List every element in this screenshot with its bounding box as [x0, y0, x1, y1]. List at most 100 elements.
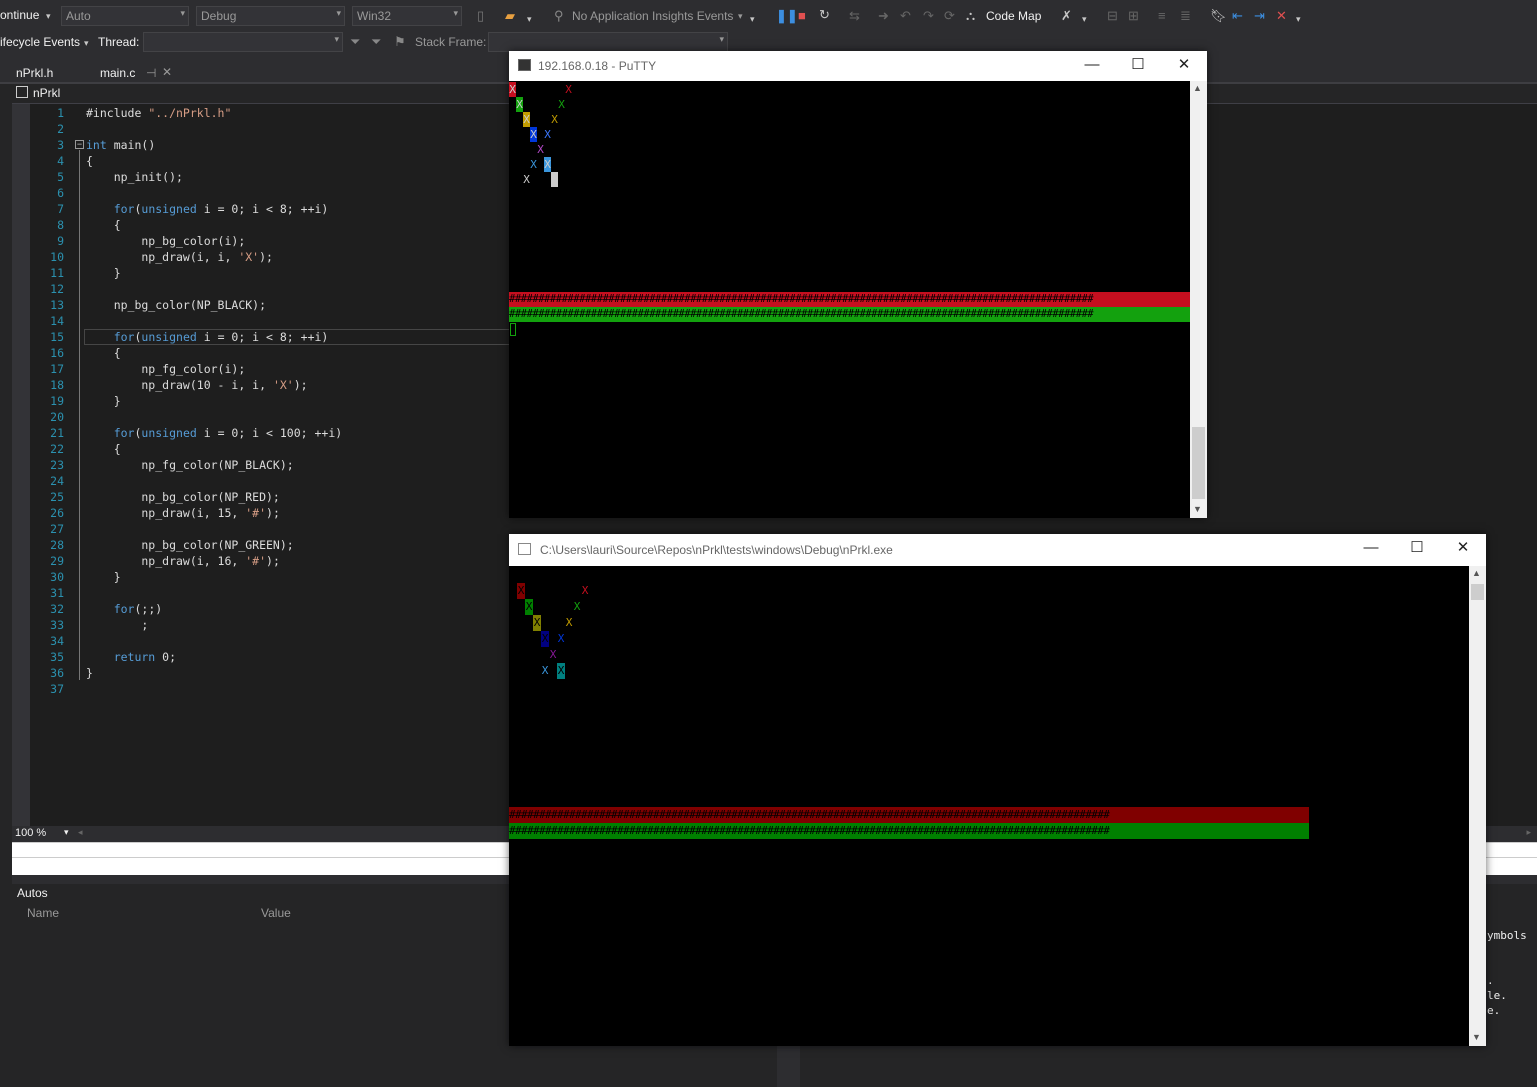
device-icon[interactable]: ▯: [477, 8, 484, 24]
code-line: for(;;): [86, 602, 163, 616]
chevron-down-icon[interactable]: ▾: [750, 11, 755, 27]
scrollbar-thumb[interactable]: [1192, 427, 1205, 499]
console-screen[interactable]: X X X X X X X X X X X ##################…: [509, 566, 1469, 1046]
chevron-down-icon[interactable]: ▾: [527, 11, 532, 27]
line-number: 10: [50, 250, 64, 264]
putty-terminal[interactable]: X X X X X X X X X X X X ################…: [509, 81, 1190, 518]
process-icon[interactable]: ▰: [505, 8, 515, 24]
code-line: np_bg_color(NP_RED);: [86, 490, 280, 504]
tab-main-c-label: main.c: [100, 66, 136, 80]
step-over-icon[interactable]: ↶: [900, 8, 911, 24]
analyze-icon[interactable]: ✗: [1061, 8, 1072, 24]
step-into-icon[interactable]: ➜: [878, 8, 889, 24]
line-number: 22: [50, 442, 64, 456]
scrollbar[interactable]: ▲ ▼: [1469, 566, 1486, 1046]
code-line: np_bg_color(i);: [86, 234, 246, 248]
chevron-down-icon[interactable]: ▾: [84, 35, 89, 51]
console-titlebar[interactable]: C:\Users\lauri\Source\Repos\nPrkl\tests\…: [509, 534, 1486, 566]
code-line: return 0;: [86, 650, 177, 664]
output-text: .: [1487, 974, 1494, 987]
uncomment-icon[interactable]: ≣: [1180, 8, 1191, 24]
filter-icon[interactable]: ⏷: [350, 34, 360, 50]
line-number: 2: [57, 122, 64, 136]
close-icon[interactable]: ✕: [1161, 51, 1207, 81]
auto-combo[interactable]: Auto ▾: [61, 6, 189, 26]
terminal-cell: X: [565, 616, 573, 629]
chevron-down-icon[interactable]: ▾: [738, 8, 743, 24]
show-next-statement-icon[interactable]: ⇆: [849, 8, 860, 24]
line-number: 24: [50, 474, 64, 488]
code-line: int main(): [86, 138, 156, 152]
zoom-level[interactable]: 100 %: [15, 827, 46, 839]
minimize-icon[interactable]: —: [1348, 534, 1394, 564]
maximize-icon[interactable]: ☐: [1394, 534, 1440, 564]
scroll-up-icon[interactable]: ▲: [1472, 568, 1481, 578]
line-number: 27: [50, 522, 64, 536]
insights-icon: ⚲: [554, 8, 564, 23]
prev-bookmark-icon[interactable]: ⇤: [1232, 8, 1243, 24]
filter-clear-icon[interactable]: ⏷: [371, 34, 381, 50]
terminal-cell: X: [541, 664, 549, 677]
comment-icon[interactable]: ≡: [1158, 8, 1166, 24]
insights-events-label[interactable]: No Application Insights Events: [572, 9, 733, 23]
platform-combo[interactable]: Win32 ▾: [352, 6, 462, 26]
terminal-cell: X: [581, 584, 589, 597]
chevron-down-icon: ▾: [180, 8, 185, 18]
step-out-icon[interactable]: ↷: [923, 8, 934, 24]
value-column-header[interactable]: Value: [261, 906, 291, 920]
code-line: {: [86, 346, 121, 360]
format-icon[interactable]: ⊞: [1128, 8, 1139, 24]
stop-icon[interactable]: ■: [798, 8, 806, 24]
close-icon[interactable]: ✕: [1440, 534, 1486, 564]
console-window[interactable]: C:\Users\lauri\Source\Repos\nPrkl\tests\…: [509, 534, 1486, 1046]
continue-button[interactable]: ontinue: [0, 8, 39, 22]
terminal-cell: X: [530, 158, 537, 171]
code-line: for(unsigned i = 0; i < 8; ++i): [86, 330, 329, 344]
console-icon[interactable]: [518, 543, 531, 555]
flag-icon[interactable]: ⚑: [394, 34, 406, 50]
close-icon[interactable]: ✕: [162, 65, 172, 79]
putty-titlebar[interactable]: 192.168.0.18 - PuTTY — ☐ ✕: [509, 51, 1207, 81]
stack-frame-combo[interactable]: ▾: [488, 32, 728, 52]
chevron-down-icon[interactable]: ▾: [64, 827, 69, 838]
tab-main-c[interactable]: main.c ⊣ ✕: [92, 64, 180, 84]
scroll-right-icon[interactable]: ▸: [1526, 827, 1531, 838]
thread-combo[interactable]: ▾: [143, 32, 343, 52]
line-number: 17: [50, 362, 64, 376]
line-number: 13: [50, 298, 64, 312]
putty-window[interactable]: 192.168.0.18 - PuTTY — ☐ ✕ ▲ ▼ X X X X X…: [509, 51, 1207, 518]
next-bookmark-icon[interactable]: ⇥: [1254, 8, 1265, 24]
bookmark-icon[interactable]: 🔖︎: [1210, 8, 1227, 24]
code-line: np_draw(i, 15, '#');: [86, 506, 280, 520]
restart-icon[interactable]: ↻: [819, 7, 830, 23]
putty-icon[interactable]: [518, 59, 531, 71]
redo-icon[interactable]: ⟳: [944, 8, 955, 24]
scrollbar-thumb[interactable]: [1471, 584, 1484, 600]
code-map-button[interactable]: Code Map: [986, 9, 1041, 23]
pin-icon[interactable]: ⊣: [146, 66, 156, 80]
line-number: 16: [50, 346, 64, 360]
window-title: C:\Users\lauri\Source\Repos\nPrkl\tests\…: [540, 543, 893, 557]
chevron-down-icon[interactable]: ▾: [1296, 11, 1301, 27]
maximize-icon[interactable]: ☐: [1115, 51, 1161, 81]
tab-nprkl-h[interactable]: nPrkl.h: [8, 64, 61, 84]
chevron-down-icon[interactable]: ▾: [1082, 11, 1087, 27]
line-number: 35: [50, 650, 64, 664]
pause-icon[interactable]: ❚❚: [776, 8, 798, 24]
lifecycle-events-label[interactable]: ifecycle Events: [0, 35, 80, 49]
configuration-combo[interactable]: Debug ▾: [196, 6, 345, 26]
scroll-down-icon[interactable]: ▼: [1193, 504, 1202, 514]
clear-bookmarks-icon[interactable]: ✕: [1276, 8, 1287, 24]
format-icon[interactable]: ⊟: [1107, 8, 1118, 24]
project-dropdown[interactable]: nPrkl: [33, 86, 60, 100]
scroll-down-icon[interactable]: ▼: [1472, 1032, 1481, 1042]
terminal-cell: X: [557, 663, 565, 679]
terminal-cell: X: [509, 82, 516, 97]
minimize-icon[interactable]: —: [1069, 51, 1115, 81]
name-column-header[interactable]: Name: [27, 906, 59, 920]
scroll-left-icon[interactable]: ◂: [78, 827, 83, 838]
scroll-up-icon[interactable]: ▲: [1193, 83, 1202, 93]
code-line: np_bg_color(NP_GREEN);: [86, 538, 294, 552]
chevron-down-icon[interactable]: ▾: [46, 8, 51, 24]
scrollbar[interactable]: ▲ ▼: [1190, 81, 1207, 518]
